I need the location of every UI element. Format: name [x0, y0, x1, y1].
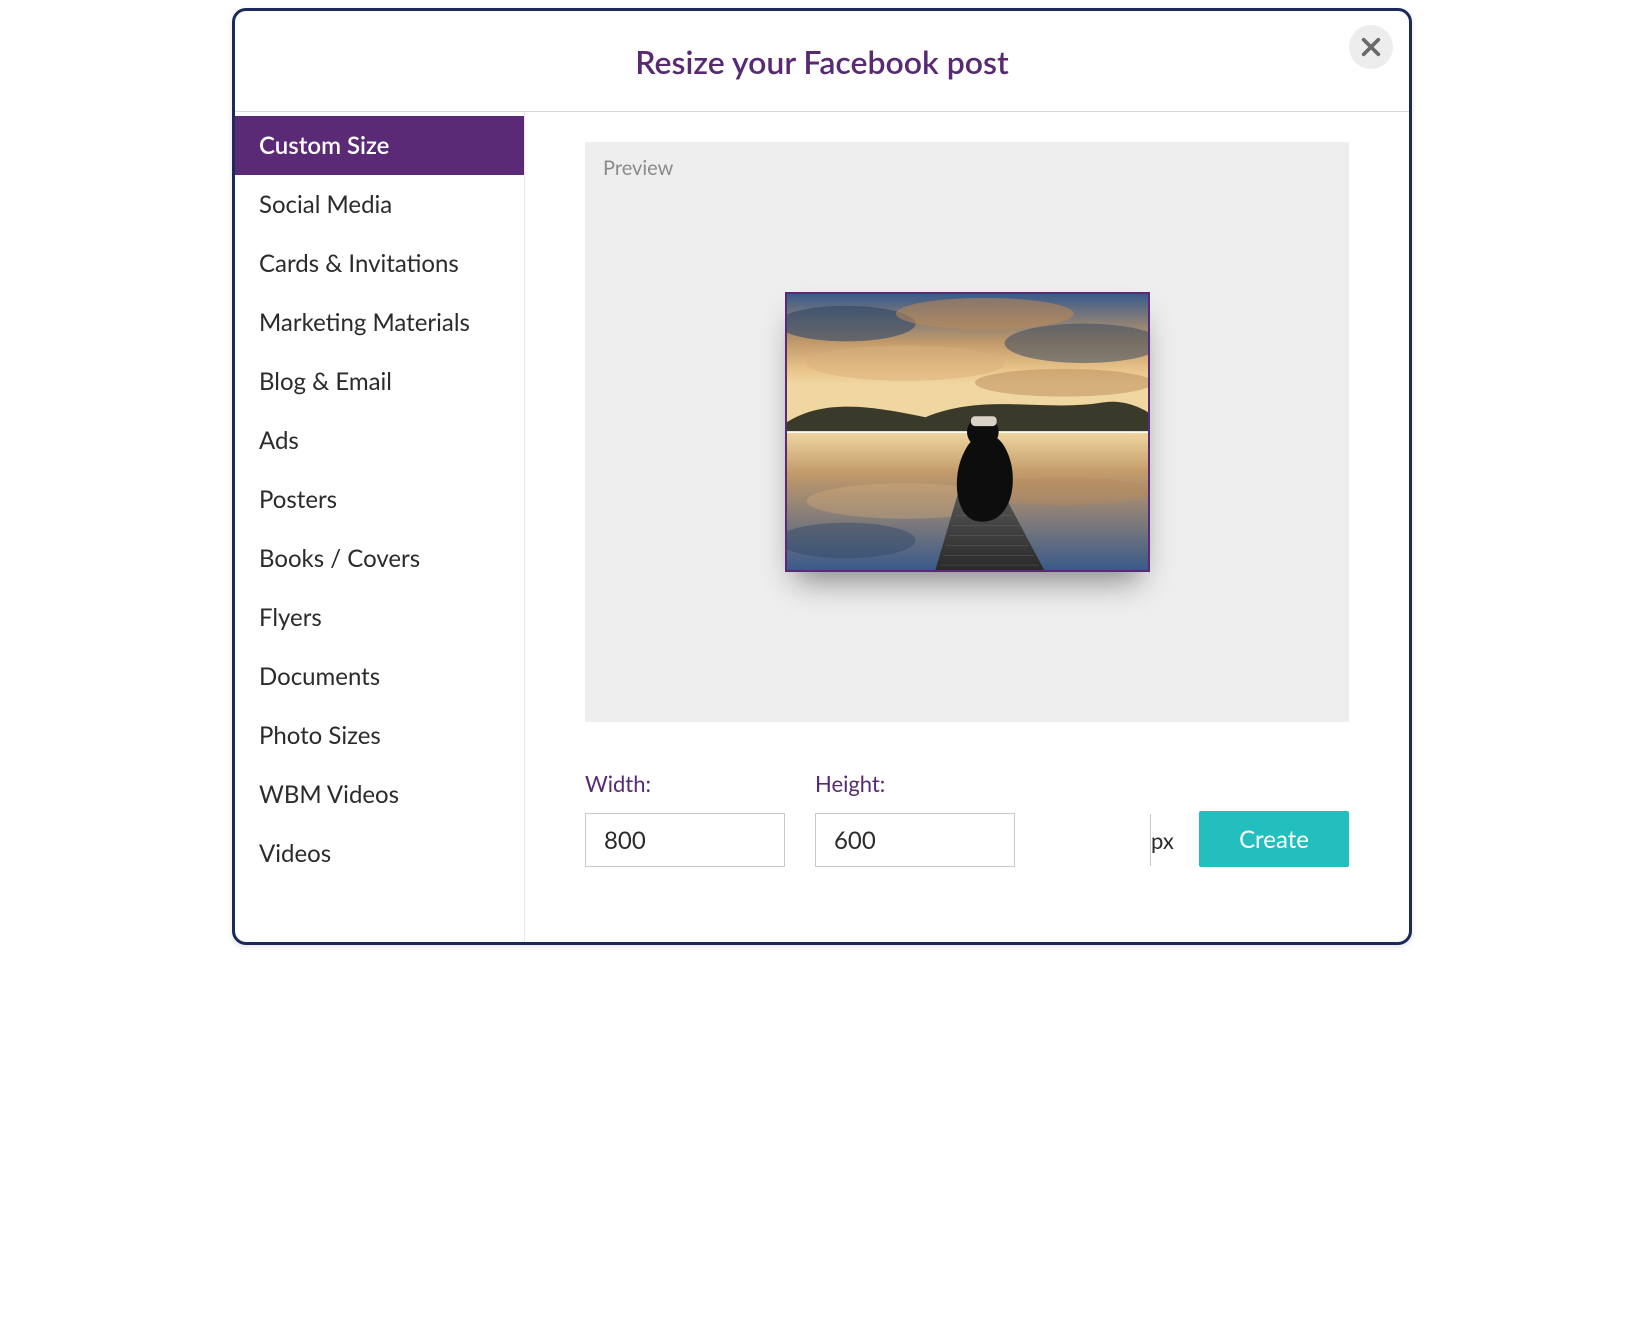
sidebar-item-label: Flyers	[259, 603, 322, 632]
width-field: Width: px	[585, 770, 785, 867]
sidebar-item-label: Documents	[259, 662, 380, 691]
height-unit: px	[1150, 814, 1174, 866]
sidebar-item-documents[interactable]: Documents	[235, 647, 524, 706]
sidebar-item-custom-size[interactable]: Custom Size	[235, 116, 524, 175]
sidebar-item-label: Photo Sizes	[259, 721, 381, 750]
height-input-wrap: px	[815, 813, 1015, 867]
sidebar-item-label: Marketing Materials	[259, 308, 470, 337]
width-input-wrap: px	[585, 813, 785, 867]
sidebar-item-label: Books / Covers	[259, 544, 420, 573]
sidebar-item-marketing-materials[interactable]: Marketing Materials	[235, 293, 524, 352]
sidebar-item-label: Blog & Email	[259, 367, 392, 396]
sidebar-item-blog-email[interactable]: Blog & Email	[235, 352, 524, 411]
sidebar-item-flyers[interactable]: Flyers	[235, 588, 524, 647]
sidebar-item-label: Social Media	[259, 190, 392, 219]
sidebar-item-cards-invitations[interactable]: Cards & Invitations	[235, 234, 524, 293]
sidebar: Custom Size Social Media Cards & Invitat…	[235, 112, 525, 942]
size-controls: Width: px Height: px Create	[585, 770, 1349, 867]
sidebar-item-videos[interactable]: Videos	[235, 824, 524, 883]
create-button-label: Create	[1239, 825, 1309, 854]
height-label: Height:	[815, 770, 1015, 797]
sidebar-item-posters[interactable]: Posters	[235, 470, 524, 529]
sidebar-item-label: Ads	[259, 426, 299, 455]
close-button[interactable]	[1349, 25, 1393, 69]
sidebar-item-wbm-videos[interactable]: WBM Videos	[235, 765, 524, 824]
main-panel: Preview	[525, 112, 1409, 942]
sidebar-item-social-media[interactable]: Social Media	[235, 175, 524, 234]
sidebar-item-photo-sizes[interactable]: Photo Sizes	[235, 706, 524, 765]
dialog-body: Custom Size Social Media Cards & Invitat…	[235, 112, 1409, 942]
create-button[interactable]: Create	[1199, 811, 1349, 867]
height-field: Height: px	[815, 770, 1015, 867]
height-input[interactable]	[816, 814, 1150, 866]
sidebar-item-label: WBM Videos	[259, 780, 399, 809]
width-label: Width:	[585, 770, 785, 797]
sidebar-item-label: Custom Size	[259, 131, 389, 160]
preview-image	[787, 294, 1148, 570]
sidebar-item-books-covers[interactable]: Books / Covers	[235, 529, 524, 588]
sidebar-item-label: Posters	[259, 485, 337, 514]
sidebar-item-ads[interactable]: Ads	[235, 411, 524, 470]
sidebar-item-label: Cards & Invitations	[259, 249, 459, 278]
preview-area: Preview	[585, 142, 1349, 722]
resize-dialog: Resize your Facebook post Custom Size So…	[232, 8, 1412, 945]
sidebar-item-label: Videos	[259, 839, 331, 868]
close-icon	[1360, 36, 1382, 58]
dialog-title: Resize your Facebook post	[635, 42, 1008, 81]
preview-label: Preview	[603, 156, 673, 180]
dialog-header: Resize your Facebook post	[235, 11, 1409, 112]
preview-thumbnail	[785, 292, 1150, 572]
